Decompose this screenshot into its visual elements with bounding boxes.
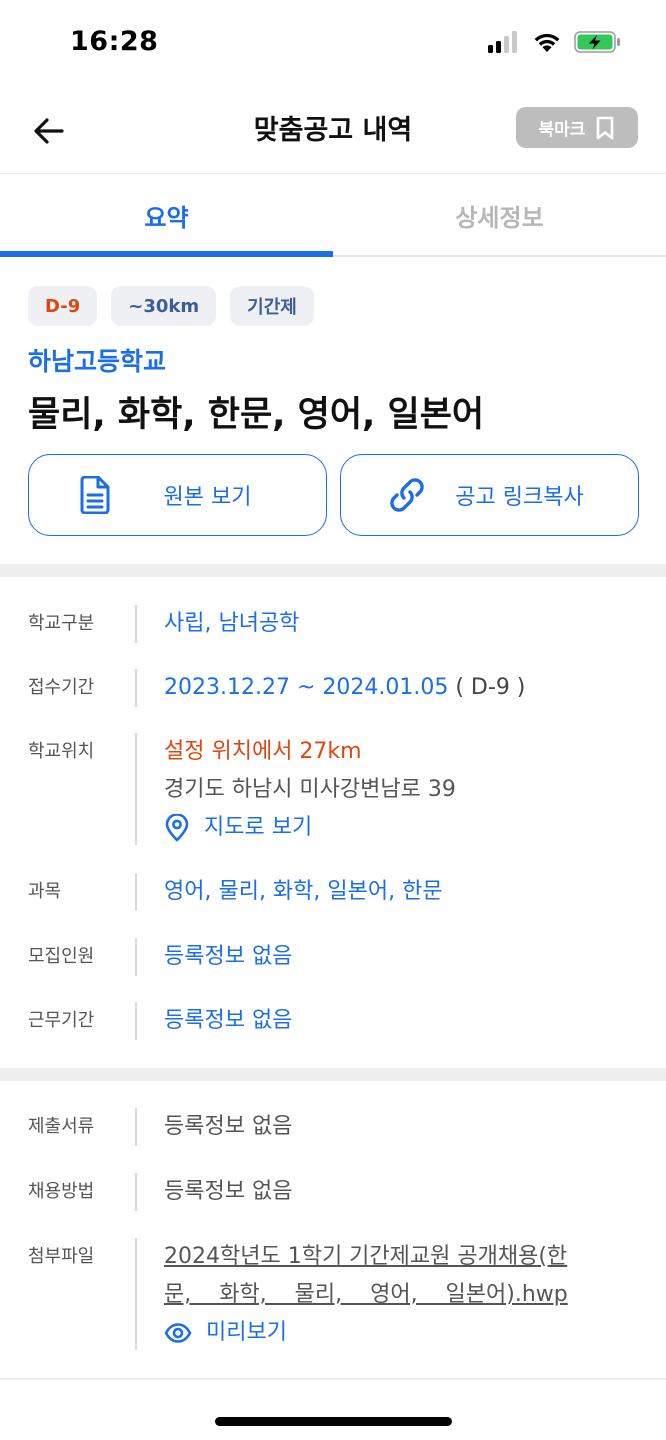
- period-dates: 2023.12.27 ~ 2024.01.05: [164, 675, 449, 700]
- row-separator: [135, 605, 137, 643]
- row-separator: [135, 938, 137, 976]
- signal-icon: [488, 31, 517, 53]
- eye-icon: [164, 1323, 192, 1343]
- location-distance: 설정 위치에서 27km: [164, 739, 362, 764]
- attachment-file-link-line2[interactable]: 문, 화학, 물리, 영어, 일본어).hwp: [164, 1276, 624, 1314]
- row-separator: [135, 873, 137, 911]
- bottom-divider: [0, 1378, 666, 1380]
- distance-badge: ~30km: [111, 286, 217, 326]
- view-original-button[interactable]: 원본 보기: [28, 454, 327, 536]
- employment-type-badge: 기간제: [230, 286, 314, 326]
- copy-link-label: 공고 링크복사: [455, 485, 584, 510]
- recruits-value: 등록정보 없음: [164, 944, 293, 969]
- section-divider: [0, 564, 666, 577]
- row-separator: [135, 733, 137, 845]
- tab-summary[interactable]: 요약: [0, 175, 333, 257]
- attachment-label: 첨부파일: [28, 1246, 95, 1267]
- home-indicator: [215, 1417, 452, 1426]
- row-separator: [135, 1238, 137, 1350]
- job-title: 물리, 화학, 한문, 영어, 일본어: [28, 395, 485, 435]
- preview-link[interactable]: 미리보기: [164, 1314, 624, 1352]
- row-separator: [135, 1173, 137, 1211]
- subjects-value: 영어, 물리, 화학, 일본어, 한문: [164, 879, 443, 904]
- status-time: 16:28: [70, 26, 159, 57]
- location-pin-icon: [165, 814, 189, 842]
- preview-link-label: 미리보기: [206, 1320, 287, 1345]
- period-label: 접수기간: [28, 677, 95, 698]
- documents-label: 제출서류: [28, 1116, 95, 1137]
- view-original-label: 원본 보기: [163, 485, 252, 510]
- row-separator: [135, 1108, 137, 1146]
- map-link-label: 지도로 보기: [204, 815, 313, 840]
- map-link[interactable]: 지도로 보기: [164, 809, 624, 847]
- copy-link-button[interactable]: 공고 링크복사: [340, 454, 639, 536]
- wifi-icon: [534, 33, 560, 52]
- school-type-value: 사립, 남녀공학: [164, 611, 300, 636]
- section-divider: [0, 1068, 666, 1081]
- bookmark-label: 북마크: [538, 120, 586, 140]
- status-bar: 16:28: [0, 0, 666, 88]
- status-icons: [488, 30, 622, 54]
- dday-badge: D-9: [28, 286, 98, 326]
- documents-value: 등록정보 없음: [164, 1114, 293, 1139]
- row-separator: [135, 669, 137, 707]
- app-header: 맞춤공고 내역 북마크: [0, 88, 666, 174]
- location-address: 경기도 하남시 미사강변남로 39: [164, 777, 456, 802]
- row-separator: [135, 1002, 137, 1040]
- method-label: 채용방법: [28, 1181, 95, 1202]
- method-value: 등록정보 없음: [164, 1179, 293, 1204]
- attachment-file-link-line1[interactable]: 2024학년도 1학기 기간제교원 공개채용(한: [164, 1238, 624, 1276]
- school-type-label: 학교구분: [28, 613, 95, 634]
- badge-list: D-9 ~30km 기간제: [28, 286, 314, 326]
- work-period-value: 등록정보 없음: [164, 1008, 293, 1033]
- recruits-label: 모집인원: [28, 946, 95, 967]
- school-name: 하남고등학교: [28, 347, 167, 376]
- location-value: 설정 위치에서 27km 경기도 하남시 미사강변남로 39 지도로 보기: [164, 733, 624, 847]
- period-value: 2023.12.27 ~ 2024.01.05 ( D-9 ): [164, 669, 624, 707]
- summary-section: D-9 ~30km 기간제 하남고등학교 물리, 화학, 한문, 영어, 일본어…: [0, 258, 666, 564]
- subjects-label: 과목: [28, 881, 62, 902]
- tab-details[interactable]: 상세정보: [333, 175, 666, 255]
- bookmark-icon: [597, 116, 614, 139]
- bookmark-button[interactable]: 북마크: [516, 107, 638, 148]
- battery-charging-icon: [574, 31, 620, 53]
- work-period-label: 근무기간: [28, 1010, 95, 1031]
- location-label: 학교위치: [28, 741, 95, 762]
- tab-bar: 요약 상세정보: [0, 175, 666, 257]
- attachment-value: 2024학년도 1학기 기간제교원 공개채용(한 문, 화학, 물리, 영어, …: [164, 1238, 624, 1352]
- period-dday: ( D-9 ): [455, 675, 526, 700]
